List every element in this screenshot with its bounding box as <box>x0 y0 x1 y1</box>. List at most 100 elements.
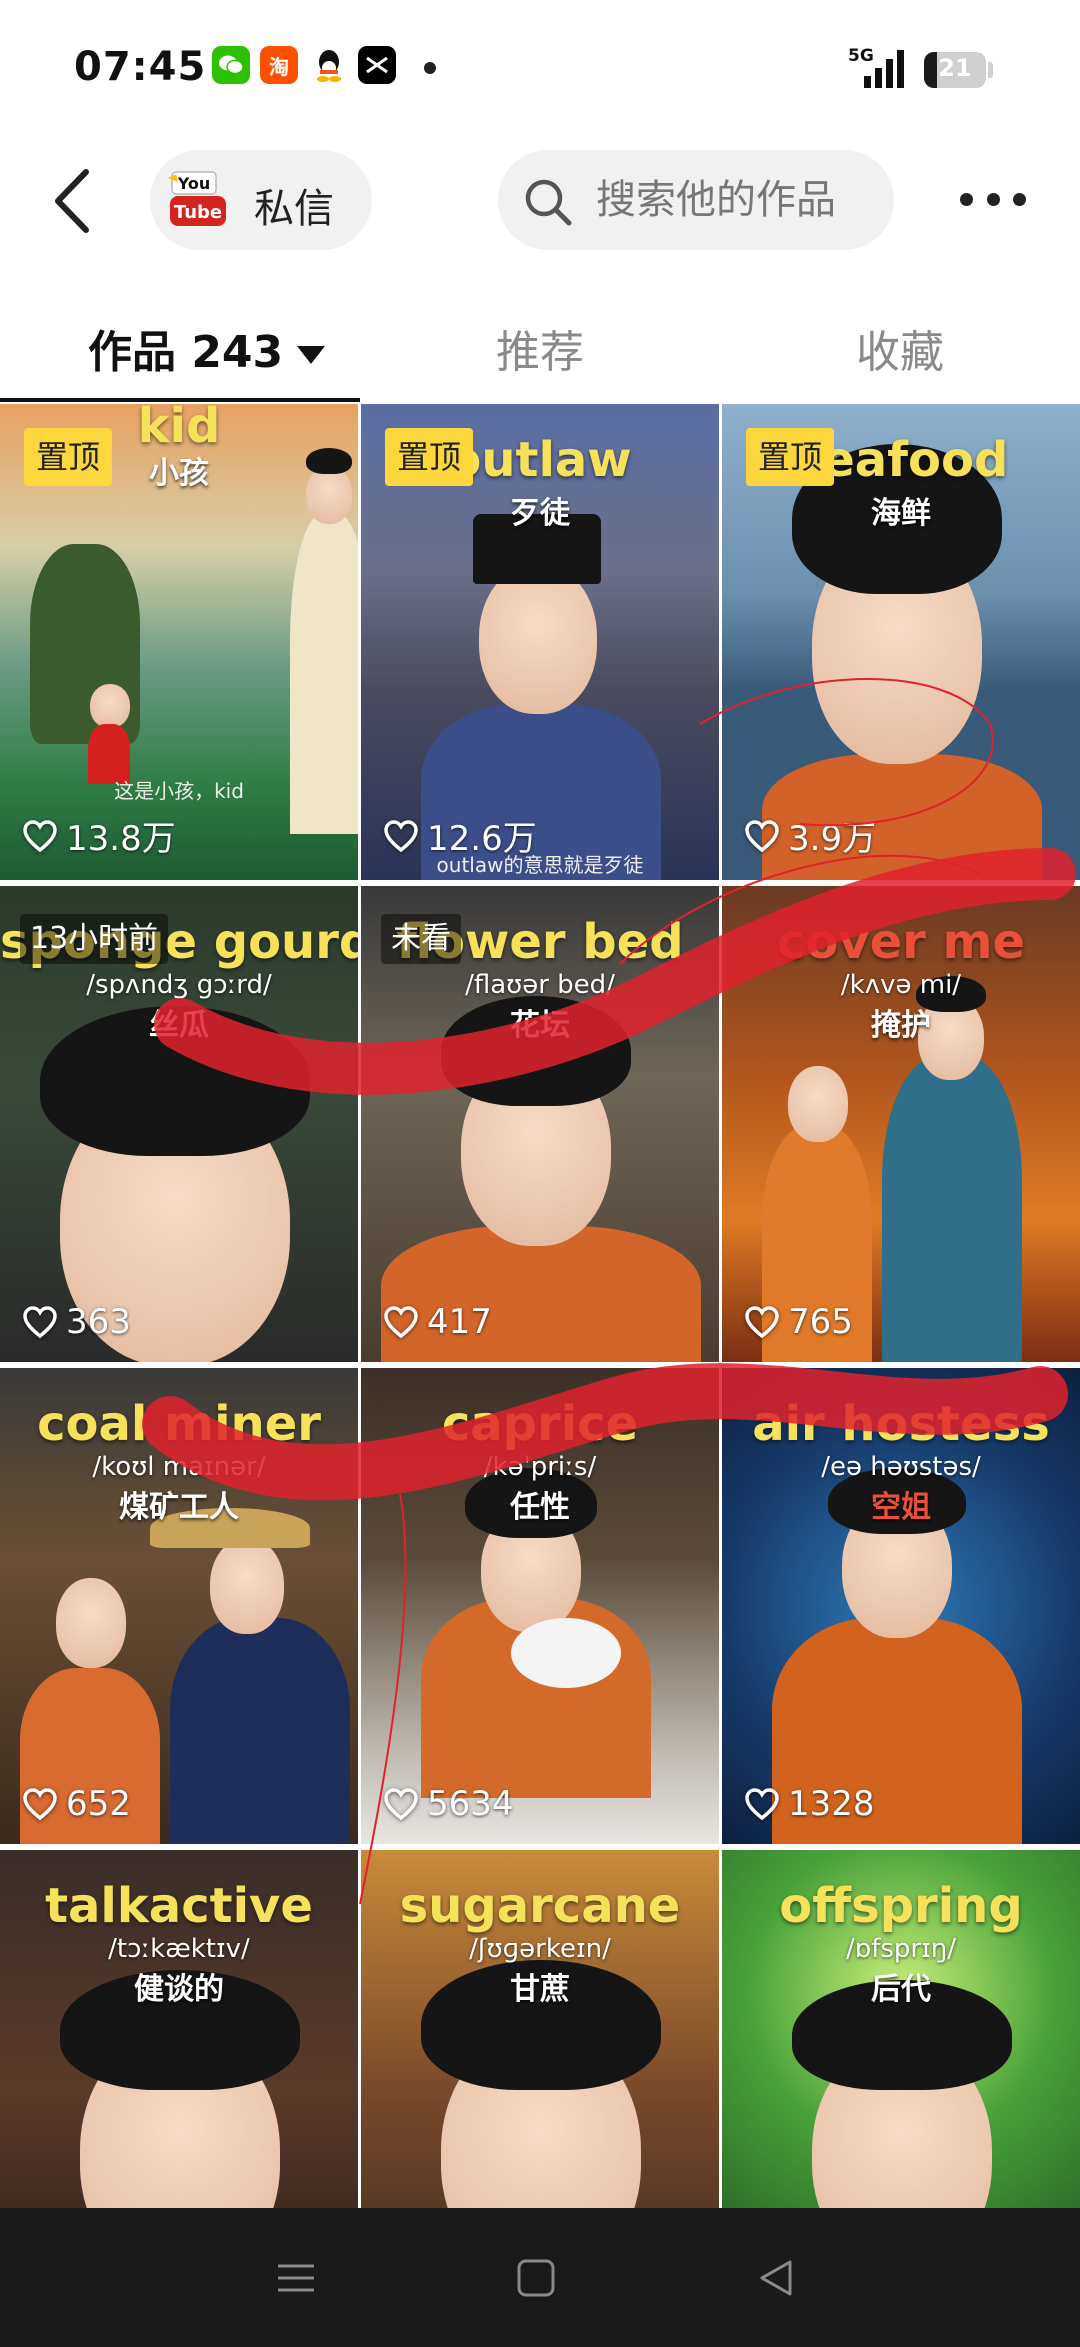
video-english-word: coal miner <box>37 1396 321 1452</box>
like-count: 1328 <box>744 1784 875 1824</box>
like-count-label: 5634 <box>427 1784 514 1824</box>
heart-icon <box>23 819 57 852</box>
heart-icon <box>745 819 779 852</box>
tab-works-label: 作品 243 <box>88 327 284 378</box>
video-chinese-word: 甘蔗 <box>510 1972 570 2007</box>
video-tile[interactable]: caprice /kəˈpriːs/ 任性 5634 <box>361 1368 719 1844</box>
profile-tabs: 作品 243 推荐 收藏 <box>0 300 1080 396</box>
video-english-word: cover me <box>776 914 1026 970</box>
unwatched-badge: 未看 <box>381 914 461 964</box>
heart-icon <box>23 1788 57 1821</box>
heart-icon <box>384 1788 418 1821</box>
video-chinese-word: 煤矿工人 <box>119 1490 239 1525</box>
home-button[interactable] <box>496 2246 576 2310</box>
like-count-label: 12.6万 <box>427 819 537 859</box>
time-badge: 13小时前 <box>20 914 169 964</box>
video-chinese-word: 掩护 <box>871 1008 931 1043</box>
video-chinese-word: 健谈的 <box>134 1972 224 2007</box>
dropdown-triangle-icon <box>297 346 326 364</box>
video-tile[interactable]: kid 小孩 置顶 这是小孩，kid 13.8万 <box>0 404 358 880</box>
signal-icon: 5G <box>848 46 908 90</box>
system-back-button[interactable] <box>736 2246 816 2310</box>
video-english-word: offspring <box>779 1878 1023 1934</box>
like-count-label: 652 <box>66 1784 131 1824</box>
video-tile[interactable]: sugarcane /ʃʊɡərkeɪn/ 甘蔗 <box>361 1850 719 2208</box>
like-count: 363 <box>22 1302 131 1342</box>
menu-icon <box>278 2264 314 2292</box>
notification-dot <box>424 62 436 74</box>
video-tile[interactable]: flower bed /flaʊər bed/ 花坛 未看 417 <box>361 886 719 1362</box>
video-english-word: caprice <box>441 1396 639 1452</box>
video-phonetic: /eə həʊstəs/ <box>821 1452 981 1482</box>
back-button[interactable] <box>48 166 96 236</box>
video-phonetic: /kʌvə mi/ <box>840 970 962 1000</box>
active-tab-indicator <box>0 398 360 402</box>
recent-apps-button[interactable] <box>256 2246 336 2310</box>
clock: 07:45 <box>74 44 207 90</box>
video-tile[interactable]: offspring /ɒfsprɪŋ/ 后代 <box>722 1850 1080 2208</box>
video-tile[interactable]: coal miner /koʊl maɪnər/ 煤矿工人 652 <box>0 1368 358 1844</box>
video-tile[interactable]: talkactive /tɔːkæktɪv/ 健谈的 <box>0 1850 358 2208</box>
video-chinese-word: 任性 <box>510 1490 570 1525</box>
dm-label: 私信 <box>254 186 334 232</box>
direct-message-button[interactable]: You Tube 私信 <box>150 150 372 250</box>
svg-text:Tube: Tube <box>174 202 222 223</box>
video-tile[interactable]: cover me /kʌvə mi/ 掩护 765 <box>722 886 1080 1362</box>
system-nav-bar <box>0 2208 1080 2347</box>
capcut-icon <box>358 46 396 84</box>
like-count: 652 <box>22 1784 131 1824</box>
video-tile[interactable]: seafood 海鲜 置顶 3.9万 <box>722 404 1080 880</box>
tab-favorites[interactable]: 收藏 <box>856 316 944 380</box>
video-chinese-word: 空姐 <box>871 1490 931 1525</box>
video-chinese-word: 丝瓜 <box>149 1008 209 1043</box>
like-count-label: 1328 <box>788 1784 875 1824</box>
more-dot-icon <box>986 192 1000 206</box>
like-count-label: 3.9万 <box>788 819 877 859</box>
like-count: 3.9万 <box>744 811 876 860</box>
pinned-badge: 置顶 <box>746 428 835 486</box>
home-square-icon <box>517 2259 555 2297</box>
qq-icon <box>310 46 348 84</box>
battery-tip <box>988 62 993 78</box>
video-english-word: air hostess <box>752 1396 1050 1452</box>
video-caption: 这是小孩，kid <box>114 779 244 803</box>
video-chinese-word: 后代 <box>871 1972 931 2007</box>
pinned-badge: 置顶 <box>385 428 474 486</box>
more-dot-icon <box>960 192 973 206</box>
like-count-label: 363 <box>66 1302 131 1342</box>
video-tile[interactable]: outlaw 歹徒 置顶 outlaw的意思就是歹徒 12.6万 <box>361 404 719 880</box>
video-phonetic: /koʊl maɪnər/ <box>92 1452 266 1482</box>
like-count: 5634 <box>383 1784 514 1824</box>
video-phonetic: /ɒfsprɪŋ/ <box>845 1934 957 1964</box>
search-box[interactable] <box>498 150 894 250</box>
heart-icon <box>745 1306 779 1339</box>
search-icon <box>525 179 572 226</box>
taobao-icon: 淘 <box>260 46 298 84</box>
like-count: 417 <box>383 1302 492 1342</box>
video-phonetic: /ʃʊɡərkeɪn/ <box>469 1934 611 1964</box>
search-input[interactable] <box>596 172 876 228</box>
video-phonetic: /kəˈpriːs/ <box>483 1452 597 1482</box>
battery-percent: 21 <box>938 54 972 82</box>
video-phonetic: /spʌndʒ gɔːrd/ <box>86 970 272 1000</box>
video-grid: kid 小孩 置顶 这是小孩，kid 13.8万 outlaw 歹徒 置顶 ou… <box>0 404 1080 2208</box>
like-count-label: 13.8万 <box>66 819 176 859</box>
video-phonetic: /tɔːkæktɪv/ <box>108 1934 250 1964</box>
like-count: 765 <box>744 1302 853 1342</box>
video-tile[interactable]: sponge gourd /spʌndʒ gɔːrd/ 丝瓜 13小时前 363 <box>0 886 358 1362</box>
like-count-label: 417 <box>427 1302 492 1342</box>
tab-recommend[interactable]: 推荐 <box>496 316 584 380</box>
more-options-button[interactable] <box>960 186 1026 212</box>
video-chinese-word: 海鲜 <box>871 496 931 531</box>
video-tile[interactable]: air hostess /eə həʊstəs/ 空姐 1328 <box>722 1368 1080 1844</box>
heart-icon <box>384 819 418 852</box>
video-english-word: sugarcane <box>399 1878 681 1934</box>
like-count-label: 765 <box>788 1302 853 1342</box>
heart-icon <box>23 1306 57 1339</box>
battery-icon: 21 <box>924 52 986 88</box>
status-bar: 07:45 淘 5G 21 <box>0 0 1080 140</box>
tab-works[interactable]: 作品 243 <box>88 316 326 380</box>
video-chinese-word: 歹徒 <box>510 496 570 531</box>
pinned-badge: 置顶 <box>24 428 113 486</box>
heart-icon <box>745 1788 779 1821</box>
